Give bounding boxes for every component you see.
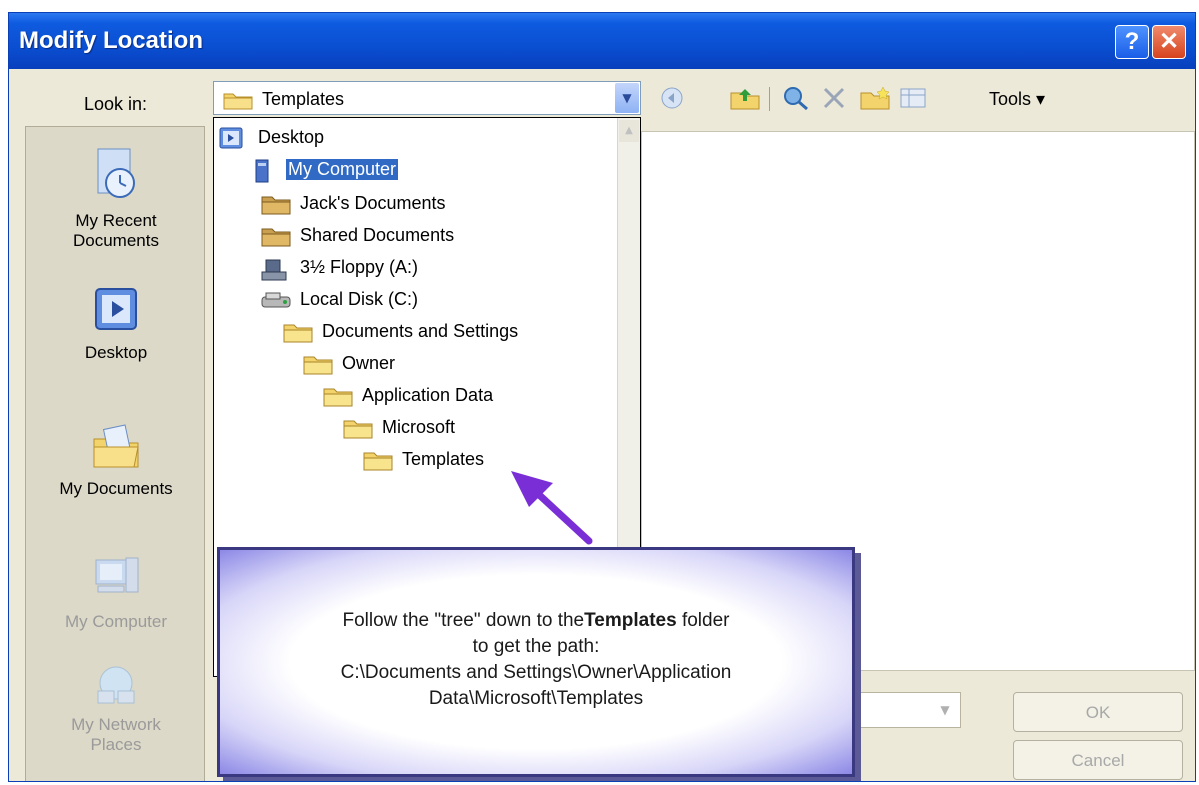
pointer-arrow-icon [511, 471, 593, 545]
modify-location-dialog: Modify Location ? ✕ Look in: Templates ▼ [8, 12, 1196, 782]
